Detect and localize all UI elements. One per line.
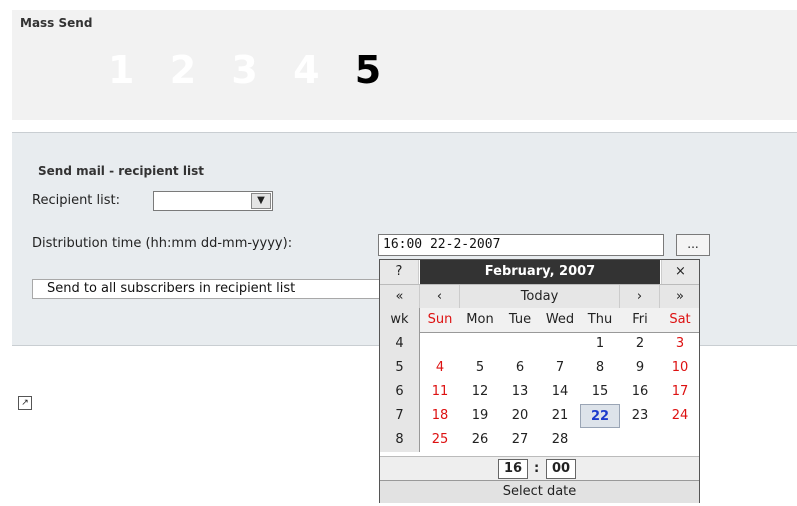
day-cell[interactable]: 28 bbox=[540, 428, 580, 452]
day-cell[interactable]: 13 bbox=[500, 380, 540, 404]
empty-day bbox=[500, 332, 540, 356]
week-number: 8 bbox=[380, 428, 420, 452]
weekday-2: Mon bbox=[466, 312, 494, 327]
day-cell[interactable]: 19 bbox=[460, 404, 500, 428]
time-row: 16 : 00 bbox=[380, 456, 699, 481]
day-cell[interactable]: 15 bbox=[580, 380, 620, 404]
day-cell[interactable]: 18 bbox=[420, 404, 460, 428]
weekday-5: Thu bbox=[587, 312, 613, 327]
weekday-7: Sat bbox=[669, 312, 691, 327]
minute-field[interactable]: 00 bbox=[546, 459, 576, 479]
selected-day-cell[interactable]: 22 bbox=[580, 404, 620, 428]
step-5-current: 5 bbox=[354, 48, 382, 92]
weekday-4: Wed bbox=[545, 312, 575, 327]
next-month-button[interactable]: › bbox=[620, 285, 660, 309]
day-cell[interactable]: 4 bbox=[420, 356, 460, 380]
day-cell[interactable]: 8 bbox=[580, 356, 620, 380]
date-picker-button[interactable]: ... bbox=[676, 234, 710, 256]
weekday-6: Fri bbox=[632, 312, 648, 327]
weekday-3: Tue bbox=[508, 312, 532, 327]
recipient-list-label: Recipient list: bbox=[32, 193, 121, 208]
prev-year-button[interactable]: « bbox=[380, 285, 420, 309]
distribution-time-input[interactable]: 16:00 22-2-2007 bbox=[378, 234, 664, 256]
day-cell[interactable]: 5 bbox=[460, 356, 500, 380]
week-row: 6 11 12 13 14 15 16 17 bbox=[380, 380, 699, 404]
day-cell[interactable]: 3 bbox=[660, 332, 700, 356]
week-row: 7 18 19 20 21 22 23 24 bbox=[380, 404, 699, 428]
chevron-down-icon[interactable]: ▼ bbox=[251, 193, 271, 209]
module-title: Mass Send bbox=[20, 16, 93, 30]
day-cell[interactable]: 9 bbox=[620, 356, 660, 380]
empty-day bbox=[580, 428, 620, 452]
wizard-steps: 1 2 3 4 5 bbox=[108, 48, 403, 92]
step-3[interactable]: 3 bbox=[231, 48, 257, 92]
wizard-header: Mass Send 1 2 3 4 5 bbox=[12, 10, 797, 120]
step-1[interactable]: 1 bbox=[108, 48, 134, 92]
empty-day bbox=[620, 428, 660, 452]
empty-day bbox=[660, 428, 700, 452]
next-year-button[interactable]: » bbox=[660, 285, 700, 309]
select-date-button[interactable]: Select date bbox=[380, 480, 699, 503]
day-cell[interactable]: 2 bbox=[620, 332, 660, 356]
day-cell[interactable]: 21 bbox=[540, 404, 580, 428]
day-cell[interactable]: 12 bbox=[460, 380, 500, 404]
empty-day bbox=[460, 332, 500, 356]
calendar-popup: ? February, 2007 × « ‹ Today › » wk Sun Mo… bbox=[379, 259, 700, 503]
day-cell[interactable]: 7 bbox=[540, 356, 580, 380]
empty-day bbox=[540, 332, 580, 356]
week-number: 6 bbox=[380, 380, 420, 404]
week-row: 5 4 5 6 7 8 9 10 bbox=[380, 356, 699, 380]
day-cell[interactable]: 16 bbox=[620, 380, 660, 404]
day-cell[interactable]: 20 bbox=[500, 404, 540, 428]
recipient-list-select[interactable]: ▼ bbox=[153, 191, 273, 211]
send-to-all-button[interactable]: Send to all subscribers in recipient lis… bbox=[32, 279, 382, 299]
hour-field[interactable]: 16 bbox=[498, 459, 528, 479]
week-number: 5 bbox=[380, 356, 420, 380]
section-title: Send mail - recipient list bbox=[38, 164, 204, 178]
week-number: 4 bbox=[380, 332, 420, 356]
day-cell[interactable]: 17 bbox=[660, 380, 700, 404]
time-separator: : bbox=[534, 461, 540, 476]
weekday-1: Sun bbox=[427, 312, 453, 327]
weekday-header: wk Sun Mon Tue Wed Thu Fri Sat bbox=[380, 308, 699, 333]
day-cell[interactable]: 14 bbox=[540, 380, 580, 404]
prev-month-button[interactable]: ‹ bbox=[420, 285, 460, 309]
calendar-close-button[interactable]: × bbox=[661, 260, 699, 284]
day-cell[interactable]: 23 bbox=[620, 404, 660, 428]
today-button[interactable]: Today bbox=[460, 285, 620, 309]
step-2[interactable]: 2 bbox=[170, 48, 196, 92]
empty-day bbox=[420, 332, 460, 356]
calendar-header: ? February, 2007 × bbox=[380, 260, 699, 284]
day-cell[interactable]: 24 bbox=[660, 404, 700, 428]
week-row: 8 25 26 27 28 bbox=[380, 428, 699, 452]
calendar-nav: « ‹ Today › » bbox=[380, 284, 699, 310]
day-cell[interactable]: 27 bbox=[500, 428, 540, 452]
week-number: 7 bbox=[380, 404, 420, 428]
day-cell[interactable]: 6 bbox=[500, 356, 540, 380]
day-cell[interactable]: 26 bbox=[460, 428, 500, 452]
distribution-time-label: Distribution time (hh:mm dd-mm-yyyy): bbox=[32, 236, 293, 251]
weekday-0: wk bbox=[380, 308, 420, 332]
week-row: 4 123 bbox=[380, 332, 699, 356]
day-cell[interactable]: 10 bbox=[660, 356, 700, 380]
step-4[interactable]: 4 bbox=[293, 48, 319, 92]
popout-icon[interactable]: ↗ bbox=[18, 396, 32, 410]
calendar-help-button[interactable]: ? bbox=[380, 260, 419, 284]
calendar-month-title[interactable]: February, 2007 bbox=[420, 260, 660, 284]
day-cell[interactable]: 11 bbox=[420, 380, 460, 404]
day-cell[interactable]: 25 bbox=[420, 428, 460, 452]
day-cell[interactable]: 1 bbox=[580, 332, 620, 356]
